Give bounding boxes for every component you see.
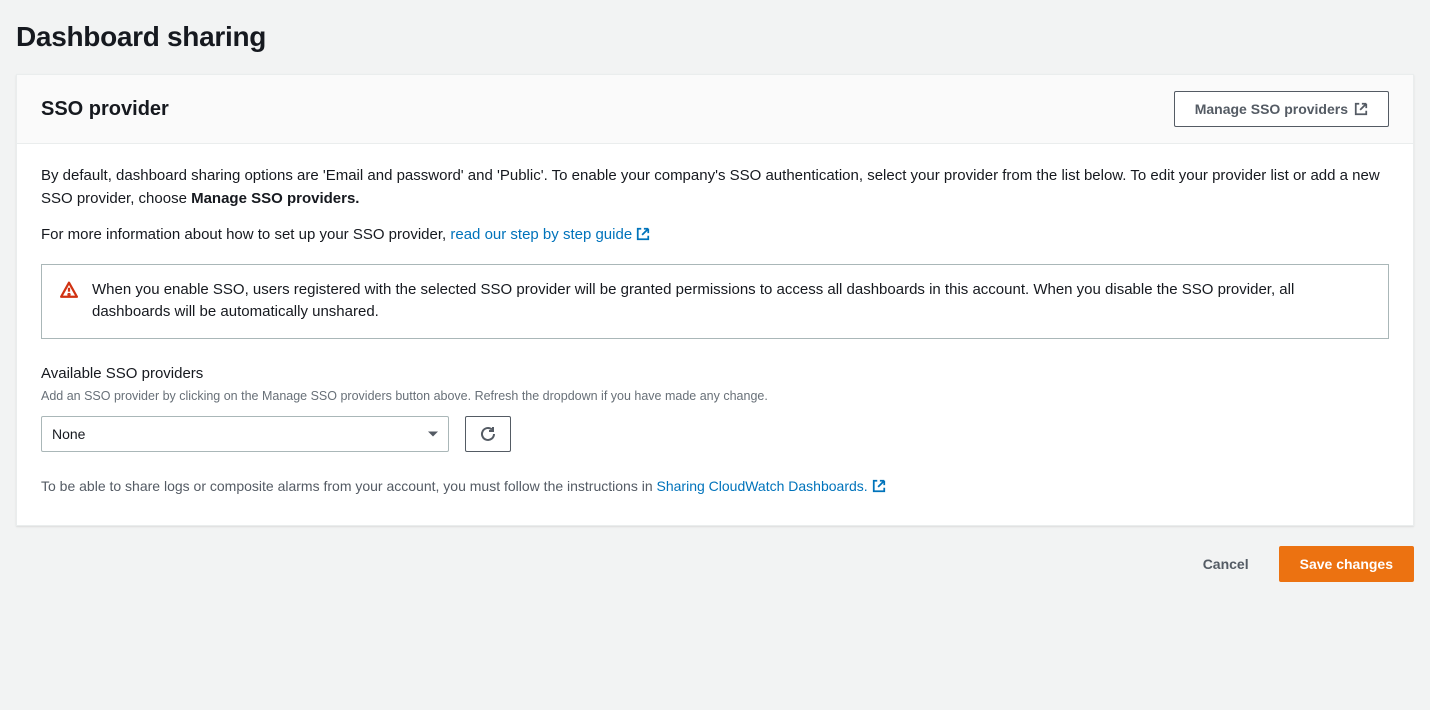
- available-sso-label: Available SSO providers: [41, 363, 1389, 386]
- external-link-icon: [636, 227, 650, 241]
- sso-warning-alert: When you enable SSO, users registered wi…: [41, 264, 1389, 339]
- panel-header: SSO provider Manage SSO providers: [17, 75, 1413, 144]
- sso-provider-select-display[interactable]: None: [41, 416, 449, 452]
- refresh-button[interactable]: [465, 416, 511, 452]
- external-link-icon: [1354, 102, 1368, 116]
- refresh-icon: [480, 426, 496, 442]
- footnote: To be able to share logs or composite al…: [41, 476, 1389, 497]
- description-line-2-prefix: For more information about how to set up…: [41, 226, 450, 243]
- description-line-1-bold: Manage SSO providers.: [191, 190, 359, 207]
- page-title: Dashboard sharing: [16, 16, 1414, 58]
- footnote-prefix: To be able to share logs or composite al…: [41, 478, 657, 494]
- description-line-1: By default, dashboard sharing options ar…: [41, 164, 1389, 211]
- sso-provider-selected-value: None: [52, 426, 85, 442]
- action-bar: Cancel Save changes: [16, 546, 1414, 582]
- sso-provider-panel: SSO provider Manage SSO providers By def…: [16, 74, 1414, 526]
- section-title: SSO provider: [41, 94, 169, 124]
- save-changes-button[interactable]: Save changes: [1279, 546, 1414, 582]
- sharing-cloudwatch-dashboards-link-text: Sharing CloudWatch Dashboards.: [657, 478, 868, 494]
- available-sso-field: Available SSO providers Add an SSO provi…: [41, 363, 1389, 452]
- step-by-step-guide-link[interactable]: read our step by step guide: [450, 226, 650, 243]
- warning-icon: [60, 281, 78, 305]
- manage-sso-providers-label: Manage SSO providers: [1195, 98, 1348, 120]
- step-by-step-guide-link-text: read our step by step guide: [450, 226, 632, 243]
- sharing-cloudwatch-dashboards-link[interactable]: Sharing CloudWatch Dashboards.: [657, 478, 886, 494]
- available-sso-hint: Add an SSO provider by clicking on the M…: [41, 387, 1389, 406]
- sso-provider-select[interactable]: None: [41, 416, 449, 452]
- panel-body: By default, dashboard sharing options ar…: [17, 144, 1413, 525]
- external-link-icon: [872, 479, 886, 493]
- description-line-2: For more information about how to set up…: [41, 223, 1389, 246]
- manage-sso-providers-button[interactable]: Manage SSO providers: [1174, 91, 1389, 127]
- sso-warning-text: When you enable SSO, users registered wi…: [92, 279, 1370, 324]
- cancel-button[interactable]: Cancel: [1183, 546, 1269, 582]
